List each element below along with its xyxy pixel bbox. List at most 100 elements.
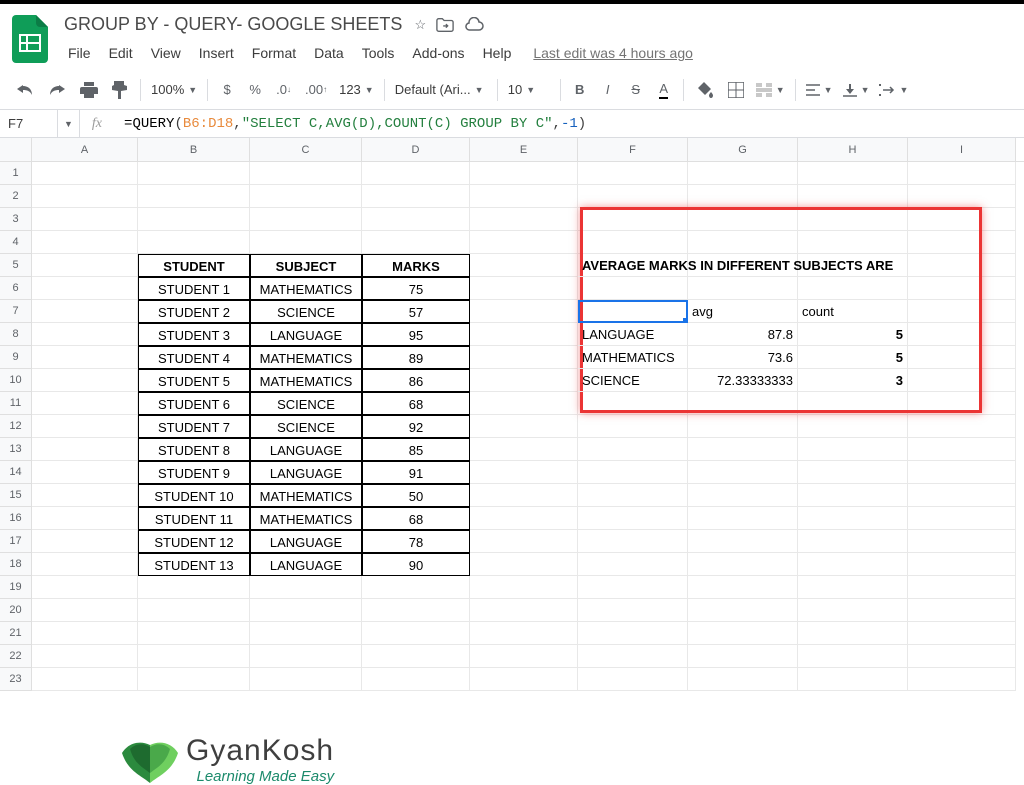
cell[interactable]: STUDENT 8 <box>138 438 250 461</box>
cell[interactable] <box>798 185 908 208</box>
row-header[interactable]: 18 <box>0 553 32 576</box>
row-header[interactable]: 19 <box>0 576 32 599</box>
cell[interactable]: SCIENCE <box>578 369 688 392</box>
col-header[interactable]: H <box>798 138 908 161</box>
cell[interactable] <box>908 231 1016 254</box>
cell[interactable] <box>32 507 138 530</box>
cell[interactable] <box>138 576 250 599</box>
cell[interactable]: SCIENCE <box>250 415 362 438</box>
cell[interactable] <box>578 231 688 254</box>
cell[interactable] <box>32 277 138 300</box>
cell[interactable] <box>798 415 908 438</box>
cell[interactable] <box>470 599 578 622</box>
borders-button[interactable] <box>722 76 750 104</box>
text-color-button[interactable]: A <box>651 76 677 104</box>
cell[interactable] <box>32 645 138 668</box>
cell[interactable] <box>908 599 1016 622</box>
cell[interactable] <box>578 668 688 691</box>
select-all-corner[interactable] <box>0 138 32 161</box>
cell[interactable] <box>688 392 798 415</box>
cell[interactable] <box>908 392 1016 415</box>
row-header[interactable]: 15 <box>0 484 32 507</box>
cell[interactable] <box>250 231 362 254</box>
cell[interactable]: STUDENT 12 <box>138 530 250 553</box>
cell[interactable] <box>362 185 470 208</box>
percent-button[interactable]: % <box>242 76 268 104</box>
formula-input[interactable]: =QUERY(B6:D18,"SELECT C,AVG(D),COUNT(C) … <box>114 114 1024 134</box>
cell[interactable] <box>688 438 798 461</box>
cell[interactable]: STUDENT 4 <box>138 346 250 369</box>
font-size-select[interactable]: 10▼ <box>504 80 554 99</box>
cell[interactable] <box>470 622 578 645</box>
col-header[interactable]: F <box>578 138 688 161</box>
cell[interactable] <box>470 300 578 323</box>
cell[interactable]: MATHEMATICS <box>250 369 362 392</box>
row-header[interactable]: 13 <box>0 438 32 461</box>
cell[interactable]: 73.6 <box>688 346 798 369</box>
cell[interactable] <box>138 668 250 691</box>
col-header[interactable]: I <box>908 138 1016 161</box>
col-header[interactable]: D <box>362 138 470 161</box>
fill-color-button[interactable] <box>690 76 720 104</box>
cell[interactable] <box>138 162 250 185</box>
row-header[interactable]: 6 <box>0 277 32 300</box>
cell[interactable] <box>578 208 688 231</box>
sheets-logo[interactable] <box>10 12 50 66</box>
cell[interactable] <box>908 438 1016 461</box>
cell[interactable] <box>470 254 578 277</box>
cell[interactable] <box>362 599 470 622</box>
cell[interactable] <box>32 392 138 415</box>
name-box-arrow[interactable]: ▼ <box>58 119 79 129</box>
zoom-select[interactable]: 100%▼ <box>147 80 201 99</box>
cell[interactable]: STUDENT 3 <box>138 323 250 346</box>
cell[interactable] <box>138 599 250 622</box>
cell[interactable] <box>688 162 798 185</box>
cell[interactable] <box>32 484 138 507</box>
redo-button[interactable] <box>42 76 72 104</box>
font-select[interactable]: Default (Ari...▼ <box>391 80 491 99</box>
cell[interactable] <box>908 300 1016 323</box>
cell[interactable]: 78 <box>362 530 470 553</box>
cell[interactable] <box>32 599 138 622</box>
cell[interactable] <box>470 530 578 553</box>
menu-file[interactable]: File <box>60 41 99 65</box>
cell[interactable] <box>688 185 798 208</box>
cell[interactable]: 90 <box>362 553 470 576</box>
cell[interactable]: MATHEMATICS <box>250 346 362 369</box>
row-header[interactable]: 7 <box>0 300 32 323</box>
cell[interactable] <box>688 507 798 530</box>
row-header[interactable]: 12 <box>0 415 32 438</box>
cell[interactable]: LANGUAGE <box>250 553 362 576</box>
col-header[interactable]: A <box>32 138 138 161</box>
cell[interactable] <box>362 645 470 668</box>
h-align-button[interactable]: ▼ <box>802 82 837 98</box>
star-icon[interactable]: ☆ <box>414 17 426 33</box>
wrap-button[interactable]: ▼ <box>875 82 912 98</box>
cell[interactable] <box>688 668 798 691</box>
cell[interactable] <box>688 530 798 553</box>
cell[interactable] <box>908 553 1016 576</box>
row-header[interactable]: 11 <box>0 392 32 415</box>
cell[interactable] <box>688 277 798 300</box>
cell[interactable] <box>362 162 470 185</box>
cell[interactable] <box>470 484 578 507</box>
move-icon[interactable] <box>436 17 454 33</box>
cell[interactable] <box>470 208 578 231</box>
cell[interactable]: LANGUAGE <box>250 438 362 461</box>
row-header[interactable]: 20 <box>0 599 32 622</box>
cell[interactable] <box>250 162 362 185</box>
cell[interactable]: MATHEMATICS <box>250 507 362 530</box>
row-header[interactable]: 5 <box>0 254 32 277</box>
cell[interactable] <box>908 484 1016 507</box>
cell[interactable]: 68 <box>362 507 470 530</box>
name-box[interactable]: F7 <box>0 110 58 137</box>
cell[interactable] <box>798 576 908 599</box>
cell[interactable] <box>578 415 688 438</box>
cell[interactable] <box>798 231 908 254</box>
cell[interactable]: avg <box>688 300 798 323</box>
cell[interactable] <box>470 231 578 254</box>
cell[interactable] <box>798 645 908 668</box>
row-header[interactable]: 4 <box>0 231 32 254</box>
cell[interactable]: 72.33333333 <box>688 369 798 392</box>
cell[interactable] <box>32 300 138 323</box>
